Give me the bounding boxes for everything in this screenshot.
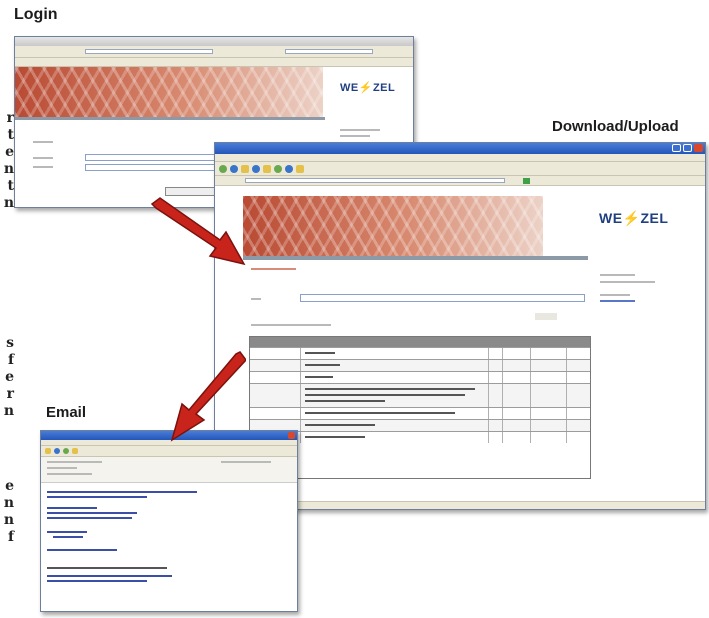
login-button[interactable] bbox=[165, 187, 215, 196]
back-icon[interactable] bbox=[219, 164, 227, 173]
text-line bbox=[251, 324, 331, 326]
edge-letter: n bbox=[3, 195, 14, 211]
text-line bbox=[251, 268, 296, 270]
caption-login: Login bbox=[14, 6, 58, 23]
mail-icon[interactable] bbox=[296, 164, 304, 173]
table-header bbox=[250, 337, 590, 347]
minimize-icon[interactable] bbox=[672, 144, 681, 152]
edge-letter: f bbox=[7, 529, 14, 545]
text-line bbox=[47, 491, 197, 493]
page-banner bbox=[243, 196, 543, 256]
edge-letter: f bbox=[7, 352, 14, 368]
maximize-icon[interactable] bbox=[683, 144, 692, 152]
edge-letter: r bbox=[6, 110, 14, 126]
text-line bbox=[340, 135, 370, 137]
close-icon[interactable] bbox=[288, 432, 295, 439]
mail-body bbox=[41, 483, 297, 603]
text-line bbox=[33, 141, 53, 143]
text-line bbox=[47, 567, 167, 569]
text-line bbox=[47, 575, 172, 577]
logo: WE⚡ZEL bbox=[599, 210, 669, 226]
edge-letter: t bbox=[7, 178, 14, 194]
edge-letter: n bbox=[3, 495, 14, 511]
edge-letter: t bbox=[7, 127, 14, 143]
toolbar bbox=[41, 446, 297, 457]
table-row[interactable] bbox=[250, 431, 590, 443]
text-line bbox=[47, 549, 117, 551]
collage: r t e n t n s f e r n e n n f Login WE⚡Z… bbox=[0, 0, 709, 618]
forward-icon[interactable] bbox=[230, 164, 238, 173]
file-table bbox=[249, 336, 591, 479]
text-line bbox=[600, 281, 655, 283]
print-icon[interactable] bbox=[63, 448, 69, 454]
address-bar bbox=[215, 176, 705, 186]
email-screenshot bbox=[40, 430, 298, 612]
caption-download-upload: Download/Upload bbox=[552, 118, 679, 135]
edge-letter: n bbox=[3, 161, 14, 177]
banner-strip bbox=[243, 256, 588, 260]
go-icon[interactable] bbox=[523, 178, 530, 184]
cropped-text-left: r t e n t n bbox=[2, 110, 14, 212]
edge-letter: e bbox=[5, 478, 14, 494]
text-line bbox=[251, 298, 261, 300]
table-row[interactable] bbox=[250, 359, 590, 371]
history-icon[interactable] bbox=[285, 164, 293, 173]
home-icon[interactable] bbox=[241, 164, 249, 173]
text-line bbox=[221, 461, 271, 463]
address-bar bbox=[15, 46, 413, 58]
media-icon[interactable] bbox=[274, 164, 282, 173]
cropped-text-left-lower: s f e r n bbox=[2, 335, 14, 420]
login-banner bbox=[15, 67, 323, 117]
text-line bbox=[53, 536, 83, 538]
delete-icon[interactable] bbox=[72, 448, 78, 454]
caption-email: Email bbox=[46, 404, 87, 421]
menu-bar bbox=[15, 58, 413, 67]
text-line bbox=[340, 129, 380, 131]
text-line bbox=[33, 166, 53, 168]
banner-strip bbox=[15, 117, 325, 120]
text-line bbox=[47, 473, 92, 475]
edge-letter: s bbox=[6, 335, 14, 351]
edge-letter: e bbox=[5, 369, 14, 385]
text-line bbox=[600, 294, 630, 296]
edge-letter: n bbox=[3, 403, 14, 419]
text-line bbox=[47, 467, 77, 469]
search-icon[interactable] bbox=[252, 164, 260, 173]
reply-icon[interactable] bbox=[45, 448, 51, 454]
table-row[interactable] bbox=[250, 383, 590, 407]
text-line bbox=[600, 300, 635, 302]
forward-icon[interactable] bbox=[54, 448, 60, 454]
favorites-icon[interactable] bbox=[263, 164, 271, 173]
folder-select[interactable] bbox=[300, 294, 585, 302]
red-arrow-icon bbox=[170, 351, 246, 442]
edge-letter: e bbox=[5, 144, 14, 160]
text-line bbox=[600, 274, 635, 276]
upload-button[interactable] bbox=[535, 313, 557, 320]
text-line bbox=[47, 580, 147, 582]
text-line bbox=[47, 461, 102, 463]
close-icon[interactable] bbox=[694, 144, 703, 152]
titlebar bbox=[215, 143, 705, 154]
edge-letter: n bbox=[3, 512, 14, 528]
text-line bbox=[47, 507, 97, 509]
titlebar bbox=[15, 37, 413, 46]
table-row[interactable] bbox=[250, 371, 590, 383]
text-line bbox=[33, 157, 53, 159]
table-row[interactable] bbox=[250, 347, 590, 359]
menu-bar bbox=[215, 154, 705, 162]
red-arrow-icon bbox=[150, 197, 246, 266]
cropped-text-left-bottom: e n n f bbox=[2, 478, 14, 546]
text-line bbox=[47, 496, 147, 498]
mail-header bbox=[41, 457, 297, 483]
table-row[interactable] bbox=[250, 407, 590, 419]
text-line bbox=[47, 512, 137, 514]
toolbar bbox=[215, 162, 705, 176]
text-line bbox=[47, 531, 87, 533]
edge-letter: r bbox=[6, 386, 14, 402]
table-row[interactable] bbox=[250, 419, 590, 431]
logo: WE⚡ZEL bbox=[340, 82, 396, 94]
text-line bbox=[47, 517, 132, 519]
